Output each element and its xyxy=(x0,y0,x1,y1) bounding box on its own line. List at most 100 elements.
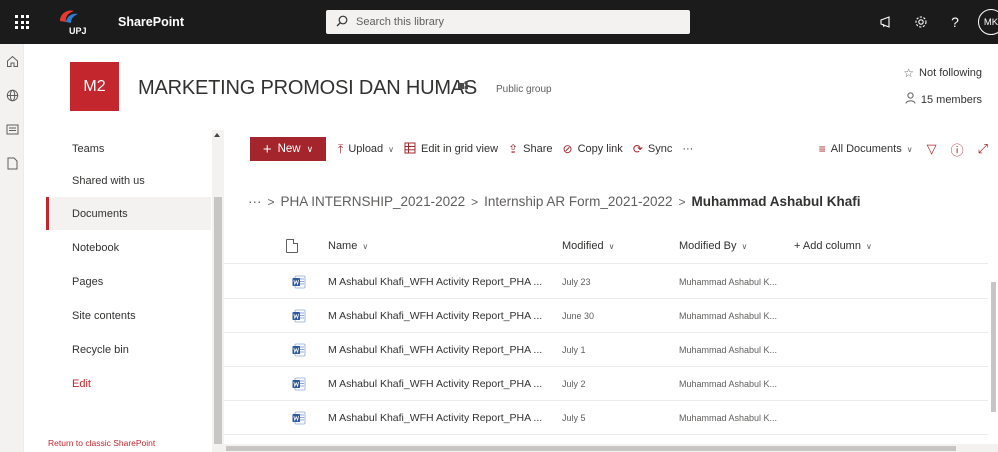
members-button[interactable]: 15 members xyxy=(905,92,982,107)
column-label: Name xyxy=(328,240,358,252)
follow-button[interactable]: ☆ Not following xyxy=(903,66,982,80)
sync-icon: ⟳ xyxy=(632,142,643,156)
nav-item-documents[interactable]: Documents xyxy=(46,197,211,230)
expand-icon[interactable]: ⤢ xyxy=(978,141,988,157)
edit-grid-label: Edit in grid view xyxy=(421,143,499,155)
word-document-icon xyxy=(292,343,306,357)
file-name-link[interactable]: M Ashabul Khafi_WFH Activity Report_PHA … xyxy=(328,333,542,367)
more-commands-button[interactable]: ··· xyxy=(682,143,693,155)
members-label: 15 members xyxy=(920,93,982,106)
column-header-modified-by[interactable]: Modified By ∨ xyxy=(679,228,747,264)
breadcrumb-current: Muhammad Ashabul Khafi xyxy=(691,194,861,209)
file-name-link[interactable]: M Ashabul Khafi_WFH Activity Report_PHA … xyxy=(328,299,542,333)
word-document-icon xyxy=(292,411,306,425)
breadcrumb-item[interactable]: Internship AR Form_2021-2022 xyxy=(484,194,672,209)
file-name-link[interactable]: M Ashabul Khafi_WFH Activity Report_PHA … xyxy=(328,367,542,401)
app-launcher-icon[interactable] xyxy=(0,0,44,44)
chevron-right-icon: > xyxy=(471,194,479,209)
filter-icon[interactable]: ▽ xyxy=(927,141,937,157)
megaphone-icon[interactable] xyxy=(870,0,904,44)
site-title[interactable]: MARKETING PROMOSI DAN HUMAS xyxy=(138,77,477,100)
nav-item-notebook[interactable]: Notebook xyxy=(46,231,211,264)
sync-button[interactable]: ⟳ Sync xyxy=(633,142,673,156)
column-header-modified[interactable]: Modified ∨ xyxy=(562,228,614,264)
avatar[interactable]: MK xyxy=(978,9,998,35)
breadcrumb-item[interactable]: PHA INTERNSHIP_2021-2022 xyxy=(281,194,466,209)
plus-icon: + xyxy=(262,140,272,158)
globe-icon[interactable] xyxy=(0,78,24,112)
upload-button[interactable]: ⤒ Upload ∨ xyxy=(338,142,394,157)
table-row[interactable]: M Ashabul Khafi_WFH Activity Report_PHA … xyxy=(224,333,988,367)
list-scrollbar[interactable] xyxy=(989,228,998,452)
chevron-down-icon: ∨ xyxy=(306,143,314,154)
nav-item-recycle-bin[interactable]: Recycle bin xyxy=(46,333,211,366)
nav-item-teams[interactable]: Teams xyxy=(46,132,211,165)
table-row[interactable]: M Ashabul Khafi_WFH Activity Report_PHA … xyxy=(224,265,988,299)
list-header: Name ∨ Modified ∨ Modified By ∨ + Add co… xyxy=(224,228,988,264)
view-selector[interactable]: ≡ All Documents ∨ xyxy=(819,142,913,156)
app-rail xyxy=(0,44,24,452)
view-label: All Documents xyxy=(830,143,902,155)
list-scrollbar-thumb[interactable] xyxy=(991,282,996,412)
table-row[interactable]: M Ashabul Khafi_WFH Activity Report_PHA … xyxy=(224,401,988,435)
search-input[interactable]: Search this library xyxy=(326,10,690,34)
modified-date: June 30 xyxy=(562,311,595,321)
nav-scrollbar-thumb[interactable] xyxy=(214,197,222,447)
organization-logo[interactable]: UPJ xyxy=(54,7,94,37)
modified-date: July 5 xyxy=(562,413,586,423)
star-icon: ☆ xyxy=(903,66,915,80)
horizontal-scrollbar[interactable] xyxy=(212,444,998,452)
file-type-column-icon[interactable] xyxy=(286,239,298,253)
modified-date: July 2 xyxy=(562,379,586,389)
command-bar: + New ∨ ⤒ Upload ∨ Edit in grid view ⇪ S… xyxy=(236,132,998,166)
chevron-right-icon: > xyxy=(267,194,275,209)
site-logo[interactable]: M2 xyxy=(70,62,119,111)
modified-by[interactable]: Muhammad Ashabul K... xyxy=(679,401,777,435)
help-icon[interactable]: ? xyxy=(938,0,972,44)
chevron-down-icon: ∨ xyxy=(388,144,395,154)
share-label: Share xyxy=(523,143,553,155)
modified-by[interactable]: Muhammad Ashabul K... xyxy=(679,333,777,367)
info-icon[interactable]: ⓘ xyxy=(951,140,964,159)
modified-by[interactable]: Muhammad Ashabul K... xyxy=(679,367,777,401)
breadcrumb: ··· > PHA INTERNSHIP_2021-2022 > Interns… xyxy=(248,194,861,209)
column-label: Modified xyxy=(562,240,604,252)
column-header-name[interactable]: Name ∨ xyxy=(328,228,368,264)
nav-item-pages[interactable]: Pages xyxy=(46,265,211,298)
app-name[interactable]: SharePoint xyxy=(118,15,184,29)
suite-bar: UPJ SharePoint Search this library ? MK xyxy=(0,0,998,44)
file-name-link[interactable]: M Ashabul Khafi_WFH Activity Report_PHA … xyxy=(328,265,542,299)
modified-by[interactable]: Muhammad Ashabul K... xyxy=(679,299,777,333)
news-icon[interactable] xyxy=(0,112,24,146)
nav-item-shared-with-us[interactable]: Shared with us xyxy=(46,164,211,197)
breadcrumb-overflow[interactable]: ··· xyxy=(248,194,262,209)
copy-link-button[interactable]: ⊘ Copy link xyxy=(563,142,623,156)
svg-text:UPJ: UPJ xyxy=(69,26,87,36)
classic-sharepoint-link[interactable]: Return to classic SharePoint xyxy=(48,438,155,448)
nav-item-site-contents[interactable]: Site contents xyxy=(46,299,211,332)
modified-date: July 1 xyxy=(562,345,586,355)
search-placeholder: Search this library xyxy=(356,16,445,28)
modified-by[interactable]: Muhammad Ashabul K... xyxy=(679,265,777,299)
link-icon: ⊘ xyxy=(562,142,573,156)
nav-item-edit[interactable]: Edit xyxy=(46,367,211,400)
share-icon: ⇪ xyxy=(508,142,519,156)
table-row[interactable]: M Ashabul Khafi_WFH Activity Report_PHA … xyxy=(224,299,988,333)
file-name-link[interactable]: M Ashabul Khafi_WFH Activity Report_PHA … xyxy=(328,401,542,435)
add-column-button[interactable]: + Add column ∨ xyxy=(794,228,872,264)
table-row[interactable]: M Ashabul Khafi_WFH Activity Report_PHA … xyxy=(224,367,988,401)
new-button[interactable]: + New ∨ xyxy=(250,137,326,161)
upload-icon: ⤒ xyxy=(338,141,344,156)
gear-icon[interactable] xyxy=(904,0,938,44)
share-button[interactable]: ⇪ Share xyxy=(508,142,552,156)
add-column-label: + Add column xyxy=(794,240,861,252)
edit-grid-view-button[interactable]: Edit in grid view xyxy=(404,142,498,157)
teams-icon[interactable] xyxy=(457,80,469,95)
group-type-label: Public group xyxy=(496,84,552,95)
nav-scrollbar[interactable] xyxy=(212,130,224,452)
horizontal-scrollbar-thumb[interactable] xyxy=(226,446,956,451)
file-icon[interactable] xyxy=(0,146,24,180)
home-icon[interactable] xyxy=(0,44,24,78)
scroll-up-arrow[interactable] xyxy=(214,133,220,137)
view-list-icon: ≡ xyxy=(818,142,826,156)
